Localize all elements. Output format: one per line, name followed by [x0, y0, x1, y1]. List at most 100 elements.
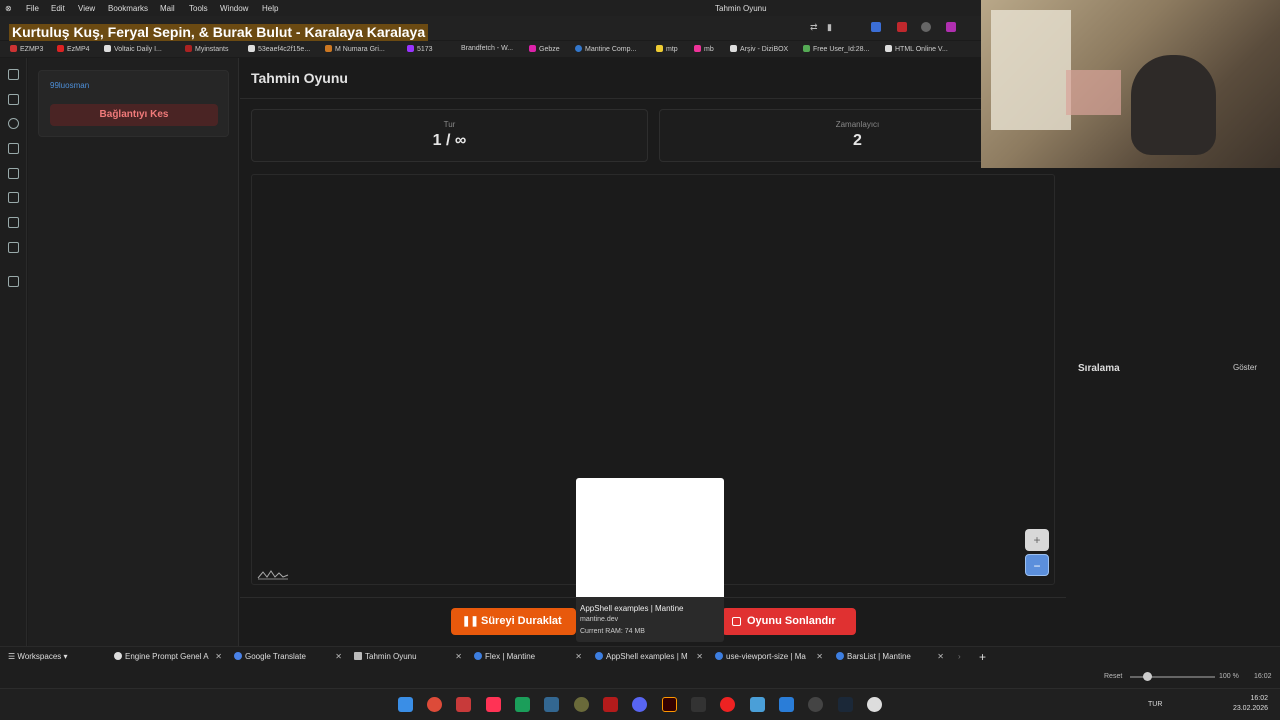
bookmark-item[interactable]: EzMP4	[57, 45, 90, 53]
bookmark-item[interactable]: Arşiv - DiziBOX	[730, 45, 788, 53]
menu-edit[interactable]: Edit	[51, 4, 65, 13]
zoom-in-button[interactable]: +	[1025, 529, 1049, 551]
bookmark-item[interactable]: mtp	[656, 45, 678, 53]
media-icon[interactable]	[720, 697, 735, 712]
app-icon[interactable]	[691, 697, 706, 712]
tab[interactable]: BarsList | Mantine ✕	[836, 650, 944, 664]
tab[interactable]: AppShell examples | M ✕	[595, 650, 703, 664]
downloads-icon[interactable]	[8, 94, 19, 105]
discord-icon[interactable]	[632, 697, 647, 712]
now-playing-overlay: Kurtuluş Kuş, Feryal Sepin, & Burak Bulu…	[9, 24, 429, 41]
workspaces-icon: ☰	[8, 652, 18, 661]
bookmark-icon[interactable]: ▮	[827, 22, 832, 33]
close-icon[interactable]: ✕	[696, 650, 703, 664]
extension-icon[interactable]	[946, 22, 956, 32]
bookmark-item[interactable]: 5173	[407, 45, 433, 53]
window-panel-icon[interactable]	[8, 192, 19, 203]
tab[interactable]: Google Translate ✕	[234, 650, 342, 664]
close-icon[interactable]: ✕	[816, 650, 823, 664]
zoom-level: 100 %	[1219, 673, 1239, 680]
filezilla-icon[interactable]	[603, 697, 618, 712]
steam-icon[interactable]	[838, 697, 853, 712]
menu-file[interactable]: File	[26, 4, 39, 13]
close-icon[interactable]: ✕	[575, 650, 582, 664]
brave-icon[interactable]	[486, 697, 501, 712]
translate-panel-icon[interactable]	[8, 168, 19, 179]
menu-bookmarks[interactable]: Bookmarks	[108, 4, 148, 13]
new-tab-icon[interactable]: +	[979, 650, 991, 664]
window-shape	[991, 10, 1071, 130]
bookmarks-panel-icon[interactable]	[8, 69, 19, 80]
start-icon[interactable]	[398, 697, 413, 712]
scribble-drawing	[257, 570, 289, 580]
menu-window[interactable]: Window	[220, 4, 248, 13]
app-icon[interactable]	[574, 697, 589, 712]
vivaldi-taskbar-icon[interactable]	[456, 697, 471, 712]
zoom-reset-button[interactable]: Reset	[1104, 673, 1122, 680]
bookmark-item[interactable]: 53eaef4c2f15e...	[248, 45, 310, 53]
menu-help[interactable]: Help	[262, 4, 278, 13]
mail-icon[interactable]	[8, 242, 19, 253]
tab-active[interactable]: Tahmin Oyunu ✕	[354, 650, 462, 664]
bookmark-item[interactable]: Myinstants	[185, 45, 228, 53]
header-divider	[240, 98, 1066, 99]
tab-scroll-right-icon[interactable]: ›	[958, 650, 968, 664]
close-icon[interactable]: ✕	[937, 650, 944, 664]
vscode-icon[interactable]	[779, 697, 794, 712]
bookmark-item[interactable]: HTML Online V...	[885, 45, 948, 53]
zoom-out-button[interactable]: −	[1025, 554, 1049, 576]
history-icon[interactable]	[8, 118, 19, 129]
round-value: 1 / ∞	[432, 132, 467, 149]
tab-preview-tooltip: AppShell examples | Mantine mantine.dev …	[576, 478, 724, 642]
reading-list-icon[interactable]	[8, 217, 19, 228]
bookmark-item[interactable]: M Numara Gri...	[325, 45, 385, 53]
extension-icon[interactable]	[897, 22, 907, 32]
clock-time: 16:02	[1250, 695, 1268, 702]
menu-mail[interactable]: Mail	[160, 4, 175, 13]
username-link[interactable]: 99luosman	[50, 81, 89, 90]
disconnect-button[interactable]: Bağlantıyı Kes	[50, 104, 218, 126]
postgres-icon[interactable]	[544, 697, 559, 712]
round-stat-card: Tur 1 / ∞	[251, 109, 648, 162]
os-taskbar: TUR 16:02 23.02.2026	[0, 688, 1280, 720]
tab[interactable]: Engine Prompt Genel A ✕	[114, 650, 222, 664]
pause-timer-button[interactable]: ❚❚ Süreyi Duraklat	[451, 608, 576, 635]
menu-tools[interactable]: Tools	[189, 4, 208, 13]
close-icon[interactable]: ✕	[455, 650, 462, 664]
explorer-icon[interactable]	[750, 697, 765, 712]
terminal-icon[interactable]	[515, 697, 530, 712]
user-card: 99luosman Bağlantıyı Kes	[38, 70, 229, 137]
workspaces-button[interactable]: ☰ Workspaces ▾	[8, 650, 90, 664]
notes-icon[interactable]	[8, 143, 19, 154]
bookmark-item[interactable]: Free User_Id:28...	[803, 45, 869, 53]
translate-icon[interactable]: ⇄	[810, 22, 818, 33]
close-icon[interactable]: ✕	[335, 650, 342, 664]
status-clock: 16:02	[1254, 673, 1272, 680]
tab[interactable]: use-viewport-size | Ma ✕	[715, 650, 823, 664]
system-clock[interactable]: 16:02 23.02.2026	[1233, 694, 1268, 714]
vivaldi-icon[interactable]: ⊗	[5, 4, 12, 13]
illustrator-icon[interactable]	[662, 697, 677, 712]
language-indicator[interactable]: TUR	[1148, 701, 1162, 708]
ranking-aside	[1067, 170, 1280, 646]
cloth-shape	[1066, 70, 1121, 115]
zoom-slider-handle[interactable]	[1143, 672, 1152, 681]
extension-icon[interactable]	[921, 22, 931, 32]
bookmark-item[interactable]: Gebze	[529, 45, 560, 53]
bookmark-item[interactable]: mb	[694, 45, 714, 53]
chrome-icon[interactable]	[427, 697, 442, 712]
ranking-title: Sıralama	[1078, 363, 1120, 374]
extension-icon[interactable]	[871, 22, 881, 32]
menu-view[interactable]: View	[78, 4, 95, 13]
close-icon[interactable]: ✕	[215, 650, 222, 664]
ranking-show-button[interactable]: Göster	[1233, 363, 1257, 372]
app-icon[interactable]	[867, 697, 882, 712]
github-icon[interactable]	[808, 697, 823, 712]
bookmark-item[interactable]: Brandfetch - W...	[461, 45, 513, 52]
add-panel-icon[interactable]	[8, 276, 19, 287]
bookmark-item[interactable]: EZMP3	[10, 45, 43, 53]
end-game-button[interactable]: Oyunu Sonlandır	[722, 608, 856, 635]
bookmark-item[interactable]: Mantine Comp...	[575, 45, 636, 53]
bookmark-item[interactable]: Voltaic Daily I...	[104, 45, 162, 53]
tab[interactable]: Flex | Mantine ✕	[474, 650, 582, 664]
